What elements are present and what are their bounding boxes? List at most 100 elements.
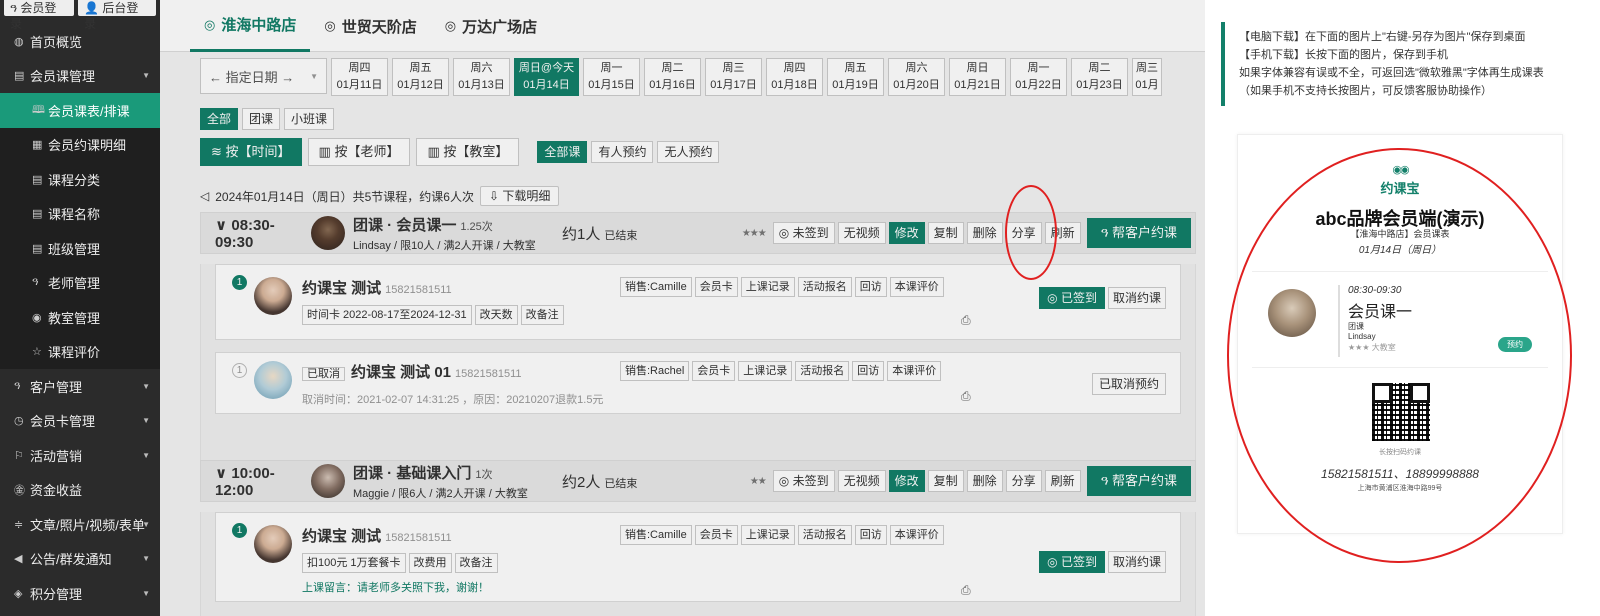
slot-subtitle: Maggie / 限6人 / 满2人开课 / 大教室: [353, 487, 528, 500]
date-cell[interactable]: 周五 01月12日: [392, 58, 449, 96]
no-video-button[interactable]: 无视频: [837, 470, 886, 492]
filter-group-class[interactable]: 团课: [242, 108, 281, 130]
share-button[interactable]: 分享: [1005, 470, 1042, 492]
course-review-button[interactable]: 本课评价: [887, 361, 942, 381]
sidebar-item-member-course[interactable]: ▤ 会员课管理 ▼: [0, 59, 160, 94]
filter-booked[interactable]: 有人预约: [591, 141, 654, 163]
cancel-booking-button[interactable]: 取消约课: [1107, 551, 1166, 573]
view-by-time[interactable]: ≋ 按【时间】: [200, 138, 302, 166]
slot-time[interactable]: ∨ 10:00-12:00: [215, 464, 311, 499]
date-cell[interactable]: 周四 01月18日: [766, 58, 823, 96]
delete-button[interactable]: 删除: [966, 222, 1003, 244]
sidebar-item-course-review[interactable]: ☆ 课程评价: [0, 335, 160, 370]
admin-login-button[interactable]: 👤 后台登录: [78, 0, 156, 31]
sidebar-item-finance[interactable]: ㊎资金收益: [0, 473, 160, 508]
follow-up-button[interactable]: 回访: [854, 277, 887, 297]
sidebar-item-customer[interactable]: ዓ 客户管理 ▼: [0, 369, 160, 404]
slot-time[interactable]: ∨ 08:30-09:30: [215, 216, 311, 251]
tab-store-wanda[interactable]: ◎ 万达广场店: [431, 0, 551, 52]
sidebar-item-booking-detail[interactable]: ▦ 会员约课明细: [0, 128, 160, 163]
cancel-booking-button[interactable]: 取消约课: [1107, 287, 1166, 309]
location-icon: ◎: [204, 16, 216, 32]
view-filter: ≋ 按【时间】 ▥ 按【老师】 ▥ 按【教室】 全部课 有人预约 无人预约: [200, 138, 720, 166]
edit-note-button[interactable]: 改备注: [520, 305, 564, 325]
class-record-button[interactable]: 上课记录: [738, 361, 793, 381]
follow-up-button[interactable]: 回访: [854, 525, 887, 545]
date-cell[interactable]: 周三 01月17日: [705, 58, 762, 96]
edit-note-button[interactable]: 改备注: [454, 553, 498, 573]
member-card-button[interactable]: 会员卡: [694, 277, 738, 297]
view-by-classroom[interactable]: ▥ 按【教室】: [416, 138, 520, 166]
date-cell[interactable]: 周三01月2: [1132, 58, 1162, 96]
sidebar-item-classroom[interactable]: ◉ 教室管理: [0, 300, 160, 335]
course-review-button[interactable]: 本课评价: [889, 277, 944, 297]
filter-all-courses[interactable]: 全部课: [537, 141, 588, 163]
sidebar-item-teacher[interactable]: ዓ 老师管理: [0, 266, 160, 301]
tab-store-shimao[interactable]: ◎ 世贸天阶店: [310, 0, 430, 52]
class-record-button[interactable]: 上课记录: [740, 277, 795, 297]
activity-signup-button[interactable]: 活动报名: [797, 277, 852, 297]
date-cell[interactable]: 周六 01月13日: [453, 58, 510, 96]
print-icon[interactable]: ⎙: [961, 389, 971, 404]
date-cell[interactable]: 周二 01月16日: [644, 58, 701, 96]
member-card-button[interactable]: 会员卡: [692, 361, 736, 381]
cancelled-booking-button[interactable]: 已取消预约: [1091, 373, 1166, 395]
avatar: [254, 525, 292, 563]
signed-in-button[interactable]: ◎ 已签到: [1039, 287, 1105, 309]
filter-unbooked[interactable]: 无人预约: [657, 141, 720, 163]
change-days-button[interactable]: 改天数: [474, 305, 518, 325]
follow-up-button[interactable]: 回访: [852, 361, 885, 381]
download-detail-button[interactable]: ⇩ 下载明细: [479, 186, 560, 206]
activity-signup-button[interactable]: 活动报名: [795, 361, 850, 381]
class-record-button[interactable]: 上课记录: [740, 525, 795, 545]
member-card-button[interactable]: 会员卡: [694, 525, 738, 545]
filter-all[interactable]: 全部: [200, 108, 239, 130]
sidebar-item-course-name[interactable]: ▤ 课程名称: [0, 197, 160, 232]
sidebar-item-home[interactable]: ◍ 首页概览: [0, 24, 160, 59]
change-fee-button[interactable]: 改费用: [408, 553, 452, 573]
yen-icon: ㊎: [14, 484, 25, 497]
tab-store-huaihai[interactable]: ◎ 淮海中路店: [190, 0, 311, 52]
sidebar-item-marketing[interactable]: ⚐ 活动营销 ▼: [0, 438, 160, 473]
booking-name[interactable]: 约课宝 测试 15821581511: [302, 525, 452, 546]
book-for-customer-button[interactable]: ዓ 帮客户约课: [1086, 466, 1191, 496]
date-cell[interactable]: 周六 01月20日: [888, 58, 945, 96]
date-cell[interactable]: 周一 01月15日: [583, 58, 640, 96]
activity-signup-button[interactable]: 活动报名: [797, 525, 852, 545]
member-login-button[interactable]: ዓ 会员登录: [4, 0, 75, 31]
view-by-teacher[interactable]: ▥ 按【老师】: [307, 138, 411, 166]
sidebar-item-class[interactable]: ▤ 班级管理: [0, 231, 160, 266]
refresh-button[interactable]: 刷新: [1044, 470, 1081, 492]
booking-name[interactable]: 约课宝 测试 15821581511: [302, 277, 452, 298]
caret-down-icon: ▼: [142, 588, 150, 598]
signed-in-button[interactable]: ◎ 已签到: [1039, 551, 1105, 573]
date-picker[interactable]: ← 指定日期 → ▼: [200, 58, 327, 94]
date-cell-today[interactable]: 周日@今天 01月14日: [514, 58, 579, 96]
sidebar-item-schedule[interactable]: 🕮 会员课表/排课: [0, 93, 160, 128]
print-icon[interactable]: ⎙: [961, 313, 971, 328]
print-icon[interactable]: ⎙: [961, 583, 971, 598]
edit-button[interactable]: 修改: [888, 470, 925, 492]
copy-button[interactable]: 复制: [927, 470, 964, 492]
book-for-customer-button[interactable]: ዓ 帮客户约课: [1086, 218, 1191, 248]
sidebar-item-membership-card[interactable]: ◷ 会员卡管理 ▼: [0, 404, 160, 439]
booking-name[interactable]: 已取消 约课宝 测试 01 15821581511: [302, 361, 522, 383]
sidebar-item-notice[interactable]: ◀ 公告/群发通知 ▼: [0, 542, 160, 577]
checkin-status-button[interactable]: ◎ 未签到: [772, 222, 835, 244]
date-cell[interactable]: 周五 01月19日: [827, 58, 884, 96]
sidebar-item-course-category[interactable]: ▤ 课程分类: [0, 162, 160, 197]
date-cell[interactable]: 周二 01月23日: [1071, 58, 1128, 96]
date-cell[interactable]: 周一 01月22日: [1010, 58, 1067, 96]
no-video-button[interactable]: 无视频: [837, 222, 886, 244]
copy-button[interactable]: 复制: [927, 222, 964, 244]
edit-button[interactable]: 修改: [888, 222, 925, 244]
sidebar-item-content[interactable]: ≑ 文章/照片/视频/表单 ▼: [0, 507, 160, 542]
date-cell[interactable]: 周四 01月11日: [331, 58, 388, 96]
filter-small-class[interactable]: 小班课: [284, 108, 335, 130]
sidebar-item-points[interactable]: ◈ 积分管理 ▼: [0, 576, 160, 611]
booking-right-actions: ◎ 已签到 取消约课: [1039, 551, 1166, 573]
checkin-status-button[interactable]: ◎ 未签到: [772, 470, 835, 492]
date-cell[interactable]: 周日 01月21日: [949, 58, 1006, 96]
delete-button[interactable]: 删除: [966, 470, 1003, 492]
course-review-button[interactable]: 本课评价: [889, 525, 944, 545]
